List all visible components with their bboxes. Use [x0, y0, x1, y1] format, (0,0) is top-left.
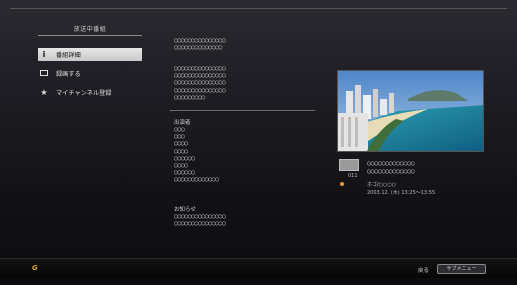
info-icon: i: [42, 50, 46, 59]
menu-item-label: 録画する: [56, 71, 81, 78]
broadcast-datetime: 2003.12. (木) 13:25〜13:55: [367, 190, 436, 196]
menu-item-record[interactable]: 録画する: [38, 67, 142, 80]
record-icon: [38, 67, 50, 80]
program-description: ○○○○○○○○○○○○○○○ ○○○○○○○○○○○○○○○ ○○○○○○○○…: [174, 65, 226, 101]
notice-text: ○○○○○○○○○○○○○○○ ○○○○○○○○○○○○○○○: [174, 213, 226, 228]
screen: 放送中番組 i 番組詳細 録画する ★ マイチャンネル登録 ○○○○○○○○○○…: [0, 0, 517, 285]
cast-label: 出演者: [174, 120, 191, 126]
channel-logo: [339, 159, 359, 171]
channel-name: ホゴ/○○○○: [367, 182, 397, 188]
program-thumbnail: [337, 70, 484, 152]
cast-list: ○○○ ○○○ ○○○○ ○○○○ ○○○○○○ ○○○○ ○○○○○○ ○○○…: [174, 126, 219, 184]
menu-title-divider: [38, 35, 142, 36]
top-frame-line: [10, 8, 507, 9]
channel-number: 011: [348, 173, 358, 179]
status-dot-icon: [340, 182, 344, 186]
beach-city-image: [338, 71, 483, 151]
notice-label: お知らせ: [174, 207, 196, 213]
program-summary: ○○○○○○○○○○○○○○○ ○○○○○○○○○○○○○○: [174, 37, 226, 52]
detail-divider: [170, 110, 315, 111]
menu-item-label: マイチャンネル登録: [56, 90, 112, 97]
star-icon: ★: [40, 88, 48, 97]
brand-logo-icon: G: [32, 264, 38, 272]
submenu-button[interactable]: サブメニュー: [437, 264, 486, 274]
menu-item-label: 番組詳細: [56, 52, 81, 59]
back-label[interactable]: 戻る: [418, 266, 429, 274]
program-title: ○○○○○○○○○○○○○ ○○○○○○○○○○○○○: [367, 159, 415, 175]
menu-item-my-channel[interactable]: ★ マイチャンネル登録: [38, 86, 142, 99]
menu-item-program-details[interactable]: i 番組詳細: [38, 48, 142, 61]
menu-title: 放送中番組: [73, 26, 107, 33]
